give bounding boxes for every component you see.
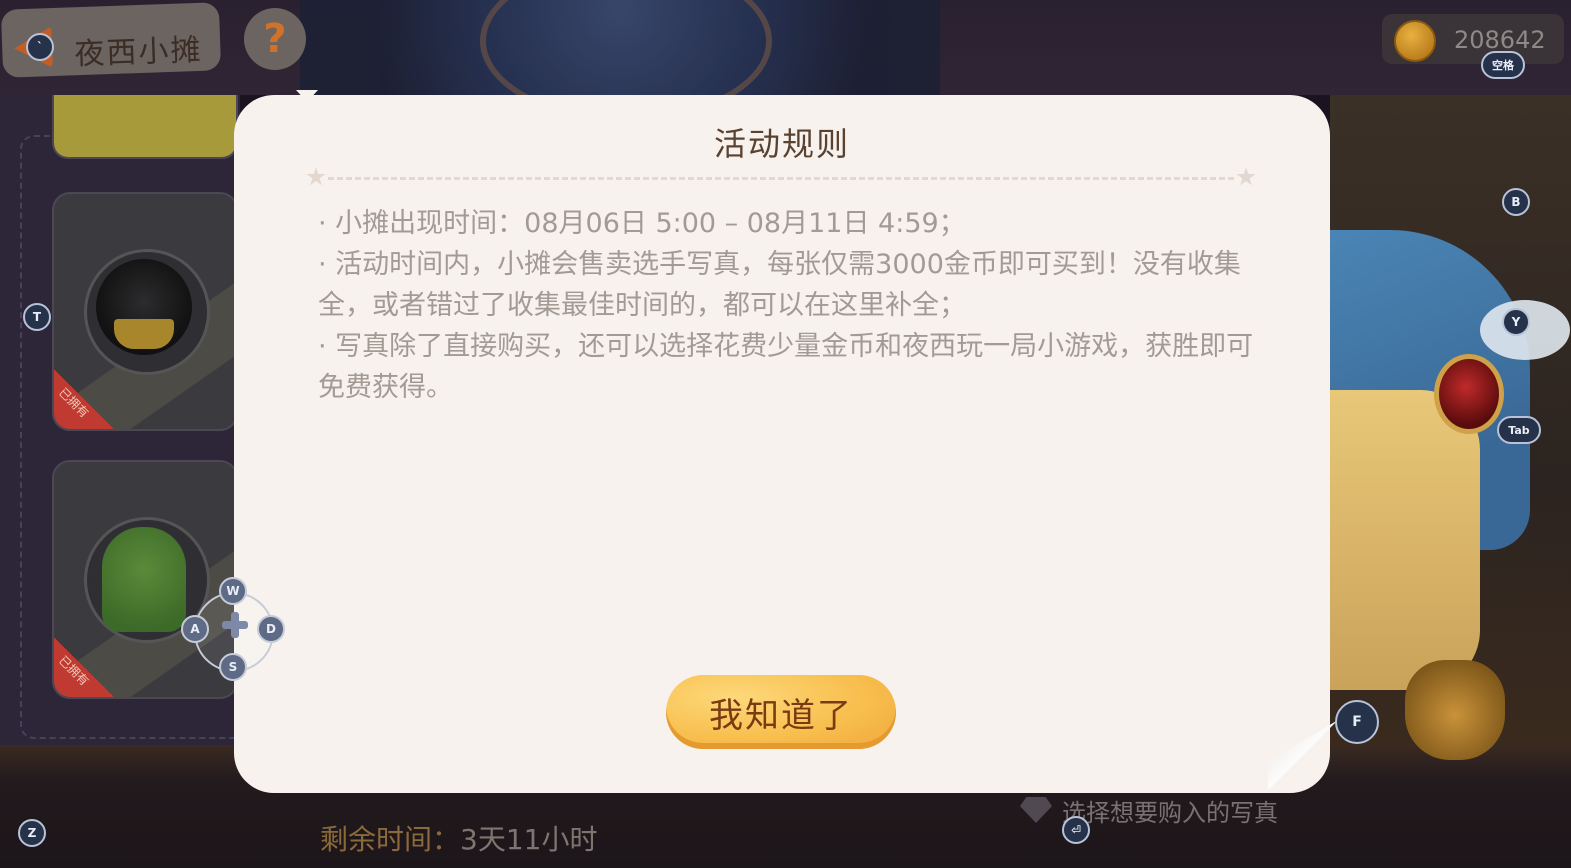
select-hint-text: 选择想要购入的写真 (1062, 798, 1278, 827)
key-hint-space: 空格 (1481, 51, 1525, 79)
star-icon (1236, 167, 1256, 186)
owned-badge: 已拥有 (54, 637, 114, 697)
key-hint-enter: ⏎ (1062, 816, 1090, 844)
key-hint-w: W (219, 577, 247, 605)
key-hint-tab: Tab (1497, 416, 1541, 444)
rule-item: · 活动时间内，小摊会售卖选手写真，每张仅需3000金币即可买到！没有收集全，或… (318, 249, 1241, 321)
rule-item: · 小摊出现时间：08月06日 5:00 – 08月11日 4:59； (318, 208, 966, 239)
remaining-time: 剩余时间：3天11小时 (320, 818, 597, 858)
key-hint-back: ` (26, 33, 54, 61)
key-hint-s: S (219, 653, 247, 681)
money-bag-icon (1405, 660, 1505, 760)
dpad-icon (222, 612, 248, 638)
photo-card[interactable]: 已拥有 (52, 192, 238, 431)
key-hint-z: Z (18, 819, 46, 847)
dialog-title: 活动规则 (713, 125, 850, 163)
diamond-icon (1020, 797, 1052, 823)
rules-dialog: 活动规则 · 小摊出现时间：08月06日 5:00 – 08月11日 4:59；… (234, 95, 1330, 793)
question-mark-icon: ? (263, 16, 287, 62)
key-hint-f: F (1335, 700, 1379, 744)
stained-glass-window (300, 0, 940, 122)
dashed-line (328, 177, 1234, 180)
key-hint-a: A (181, 615, 209, 643)
key-hint-b: B (1502, 188, 1530, 216)
shopkeeper-hair (1330, 390, 1480, 690)
coin-amount: 208642 (1454, 26, 1546, 54)
coin-balance: 208642 (1382, 14, 1564, 64)
remaining-time-label: 剩余时间： (320, 823, 461, 856)
ninja-character-icon (96, 259, 192, 355)
ruby-gem-ornament (1434, 354, 1504, 434)
title-divider (306, 167, 1256, 189)
coin-icon (1394, 20, 1436, 62)
confirm-button-label: 我知道了 (709, 695, 853, 736)
star-icon (306, 167, 326, 186)
cactus-character-icon (102, 527, 186, 632)
key-hint-y: Y (1502, 308, 1530, 336)
owned-badge: 已拥有 (54, 369, 114, 429)
page-title: 夜西小摊 (73, 32, 204, 73)
photo-card[interactable] (52, 95, 238, 159)
key-hint-d: D (257, 615, 285, 643)
confirm-button[interactable]: 我知道了 (666, 675, 896, 749)
rule-item: · 写真除了直接购买，还可以选择花费少量金币和夜西玩一局小游戏，获胜即可免费获得… (318, 331, 1254, 403)
key-hint-t: T (23, 303, 51, 331)
help-button[interactable]: ? (244, 8, 306, 70)
remaining-time-value: 3天11小时 (460, 823, 598, 856)
rules-text: · 小摊出现时间：08月06日 5:00 – 08月11日 4:59； · 活动… (318, 203, 1258, 408)
